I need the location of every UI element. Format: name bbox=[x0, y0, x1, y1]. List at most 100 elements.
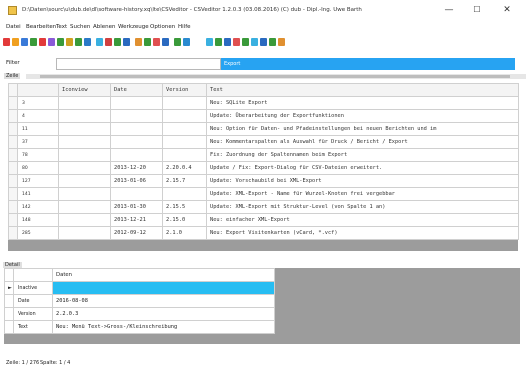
row-selector[interactable] bbox=[8, 174, 18, 188]
cell-text[interactable]: Update: Überarbeitung der Exportfunktion… bbox=[206, 109, 519, 123]
table-row[interactable]: 3 Neu: SQLite Export bbox=[8, 96, 519, 110]
cell-iconview[interactable] bbox=[58, 226, 111, 240]
menu-hilfe[interactable]: Hilfe bbox=[178, 24, 191, 30]
row-selector[interactable] bbox=[8, 200, 18, 214]
cell-iconview[interactable] bbox=[58, 200, 111, 214]
cell-text[interactable]: Update: Vorschaubild bei XML-Export bbox=[206, 174, 519, 188]
table-row[interactable]: 37 Neu: Kommentarspalten als Auswahl für … bbox=[8, 135, 519, 149]
table-row[interactable]: 78 Fix: Zuordnung der Spaltennamen beim E… bbox=[8, 148, 519, 162]
cell-date[interactable] bbox=[110, 122, 163, 136]
detail-field-value[interactable]: Neu: Menü Text->Gross-/Kleinschreibung bbox=[52, 320, 275, 334]
toolbar-button-icon[interactable] bbox=[144, 38, 151, 46]
scrollbar-thumb[interactable] bbox=[40, 75, 510, 78]
cell-text[interactable]: Update: XML-Export - Name für Wurzel-Kno… bbox=[206, 187, 519, 201]
toolbar-button-icon[interactable] bbox=[66, 38, 73, 46]
toolbar-button-icon[interactable] bbox=[215, 38, 222, 46]
toolbar-button-icon[interactable] bbox=[75, 38, 82, 46]
cell-version[interactable]: 2.15.5 bbox=[162, 200, 207, 214]
cell-iconview[interactable] bbox=[58, 135, 111, 149]
toolbar-button-icon[interactable] bbox=[84, 38, 91, 46]
row-number[interactable]: 127 bbox=[17, 174, 59, 188]
cell-iconview[interactable] bbox=[58, 187, 111, 201]
toolbar-button-icon[interactable] bbox=[269, 38, 276, 46]
row-selector[interactable] bbox=[8, 122, 18, 136]
cell-text[interactable]: Update / Fix: Export-Dialog für CSV-Date… bbox=[206, 161, 519, 175]
detail-row[interactable]: Text Neu: Menü Text->Gross-/Kleinschreibu… bbox=[4, 320, 275, 334]
cell-date[interactable] bbox=[110, 148, 163, 162]
row-number[interactable]: 37 bbox=[17, 135, 59, 149]
cell-iconview[interactable] bbox=[58, 122, 111, 136]
toolbar-button-icon[interactable] bbox=[233, 38, 240, 46]
row-selector[interactable] bbox=[8, 148, 18, 162]
detail-field-value[interactable] bbox=[52, 281, 275, 295]
toolbar-button-icon[interactable] bbox=[135, 38, 142, 46]
cell-version[interactable] bbox=[162, 187, 207, 201]
toolbar-button-icon[interactable] bbox=[39, 38, 46, 46]
toolbar-button-icon[interactable] bbox=[123, 38, 130, 46]
toolbar-button-icon[interactable] bbox=[206, 38, 213, 46]
toolbar-button-icon[interactable] bbox=[183, 38, 190, 46]
row-number[interactable]: 4 bbox=[17, 109, 59, 123]
toolbar-button-icon[interactable] bbox=[224, 38, 231, 46]
cell-text[interactable]: Neu: Option für Daten- und Pfadeinstellu… bbox=[206, 122, 519, 136]
row-number[interactable]: 80 bbox=[17, 161, 59, 175]
cell-version[interactable] bbox=[162, 122, 207, 136]
cell-iconview[interactable] bbox=[58, 109, 111, 123]
cell-version[interactable]: 2.15.0 bbox=[162, 213, 207, 227]
row-number[interactable]: 141 bbox=[17, 187, 59, 201]
menu-text[interactable]: Text bbox=[56, 24, 67, 30]
cell-iconview[interactable] bbox=[58, 96, 111, 110]
row-number[interactable]: 148 bbox=[17, 213, 59, 227]
toolbar-button-icon[interactable] bbox=[57, 38, 64, 46]
cell-date[interactable] bbox=[110, 187, 163, 201]
table-row[interactable]: 4 Update: Überarbeitung der Exportfunktio… bbox=[8, 109, 519, 123]
cell-version[interactable]: 2.15.7 bbox=[162, 174, 207, 188]
cell-version[interactable]: 2.1.0 bbox=[162, 226, 207, 240]
grid-corner[interactable] bbox=[8, 83, 18, 97]
filter-input[interactable] bbox=[56, 58, 221, 70]
toolbar-button-icon[interactable] bbox=[3, 38, 10, 46]
cell-iconview[interactable] bbox=[58, 148, 111, 162]
cell-version[interactable]: 2.20.0.4 bbox=[162, 161, 207, 175]
row-selector[interactable] bbox=[8, 96, 18, 110]
detail-field-value[interactable]: 2016-08-08 bbox=[52, 294, 275, 308]
menu-suchen[interactable]: Suchen bbox=[70, 24, 90, 30]
menu-ablenen[interactable]: Ablenen bbox=[93, 24, 116, 30]
cell-date[interactable]: 2012-09-12 bbox=[110, 226, 163, 240]
row-selector[interactable] bbox=[8, 161, 18, 175]
cell-date[interactable] bbox=[110, 135, 163, 149]
table-row[interactable]: 80 2013-12-20 2.20.0.4 Update / Fix: Export… bbox=[8, 161, 519, 175]
cell-text[interactable]: Update: XML-Export mit Struktur-Level (v… bbox=[206, 200, 519, 214]
toolbar-button-icon[interactable] bbox=[162, 38, 169, 46]
row-selector[interactable] bbox=[8, 109, 18, 123]
table-row[interactable]: 141 Update: XML-Export - Name für Wurzel-… bbox=[8, 187, 519, 201]
cell-date[interactable]: 2013-12-20 bbox=[110, 161, 163, 175]
menu-bearbeiten[interactable]: Bearbeiten bbox=[26, 24, 56, 30]
row-number[interactable]: 285 bbox=[17, 226, 59, 240]
cell-version[interactable] bbox=[162, 135, 207, 149]
toolbar-button-icon[interactable] bbox=[251, 38, 258, 46]
toolbar-button-icon[interactable] bbox=[96, 38, 103, 46]
column-header-iconview[interactable]: Iconview bbox=[58, 83, 111, 97]
cell-text[interactable]: Neu: SQLite Export bbox=[206, 96, 519, 110]
table-row[interactable]: 11 Neu: Option für Daten- und Pfadeinstel… bbox=[8, 122, 519, 136]
row-number[interactable]: 142 bbox=[17, 200, 59, 214]
toolbar-button-icon[interactable] bbox=[30, 38, 37, 46]
detail-row[interactable]: ► Inactive bbox=[4, 281, 275, 295]
toolbar-button-icon[interactable] bbox=[12, 38, 19, 46]
toolbar-button-icon[interactable] bbox=[278, 38, 285, 46]
cell-text[interactable]: Neu: Kommentarspalten als Auswahl für Dr… bbox=[206, 135, 519, 149]
column-header-text[interactable]: Text bbox=[206, 83, 519, 97]
maximize-button[interactable]: ☐ bbox=[464, 2, 490, 18]
cell-date[interactable] bbox=[110, 109, 163, 123]
column-header-version[interactable]: Version bbox=[162, 83, 207, 97]
row-number[interactable]: 3 bbox=[17, 96, 59, 110]
cell-text[interactable]: Neu: Export Visitenkarten (vCard, *.vcf) bbox=[206, 226, 519, 240]
column-header-date[interactable]: Date bbox=[110, 83, 163, 97]
toolbar-button-icon[interactable] bbox=[48, 38, 55, 46]
row-selector[interactable] bbox=[8, 187, 18, 201]
cell-version[interactable] bbox=[162, 96, 207, 110]
toolbar-button-icon[interactable] bbox=[242, 38, 249, 46]
cell-date[interactable] bbox=[110, 96, 163, 110]
row-number[interactable]: 78 bbox=[17, 148, 59, 162]
